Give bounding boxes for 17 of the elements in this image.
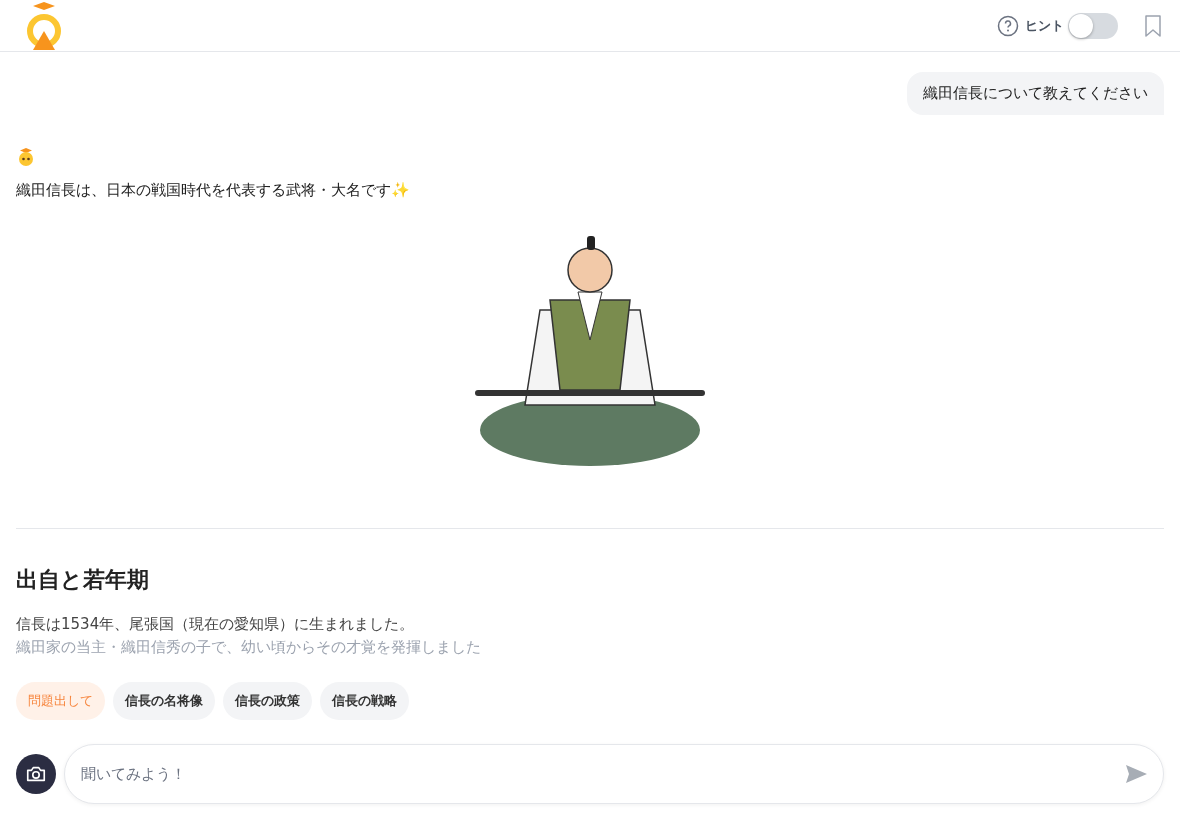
- hint-toggle[interactable]: [1068, 12, 1118, 39]
- answer-intro: 織田信長は、日本の戦国時代を代表する武将・大名です✨: [16, 181, 411, 200]
- camera-button[interactable]: [16, 754, 56, 794]
- section-heading: 出自と若年期: [16, 566, 150, 594]
- bookmark-icon[interactable]: [1144, 14, 1162, 37]
- send-icon[interactable]: [1124, 762, 1148, 786]
- suggestion-chip[interactable]: 信長の戦略: [320, 682, 409, 720]
- mascot-icon: [16, 147, 36, 167]
- faded-text: 織田家の当主・織田信秀の子で、幼い頃からその才覚を発揮しました: [16, 638, 482, 657]
- user-message: 織田信長について教えてください: [907, 72, 1164, 115]
- answer-paragraph: 信長は1534年、尾張国（現在の愛知県）に生まれました。: [16, 615, 416, 634]
- message-input[interactable]: 聞いてみよう！: [64, 744, 1164, 804]
- suggestion-chip[interactable]: 信長の政策: [223, 682, 312, 720]
- help-icon[interactable]: [997, 14, 1019, 37]
- hint-label: ヒント: [1025, 16, 1064, 35]
- suggestion-chip[interactable]: 信長の名将像: [113, 682, 215, 720]
- logo-icon[interactable]: [24, 0, 64, 51]
